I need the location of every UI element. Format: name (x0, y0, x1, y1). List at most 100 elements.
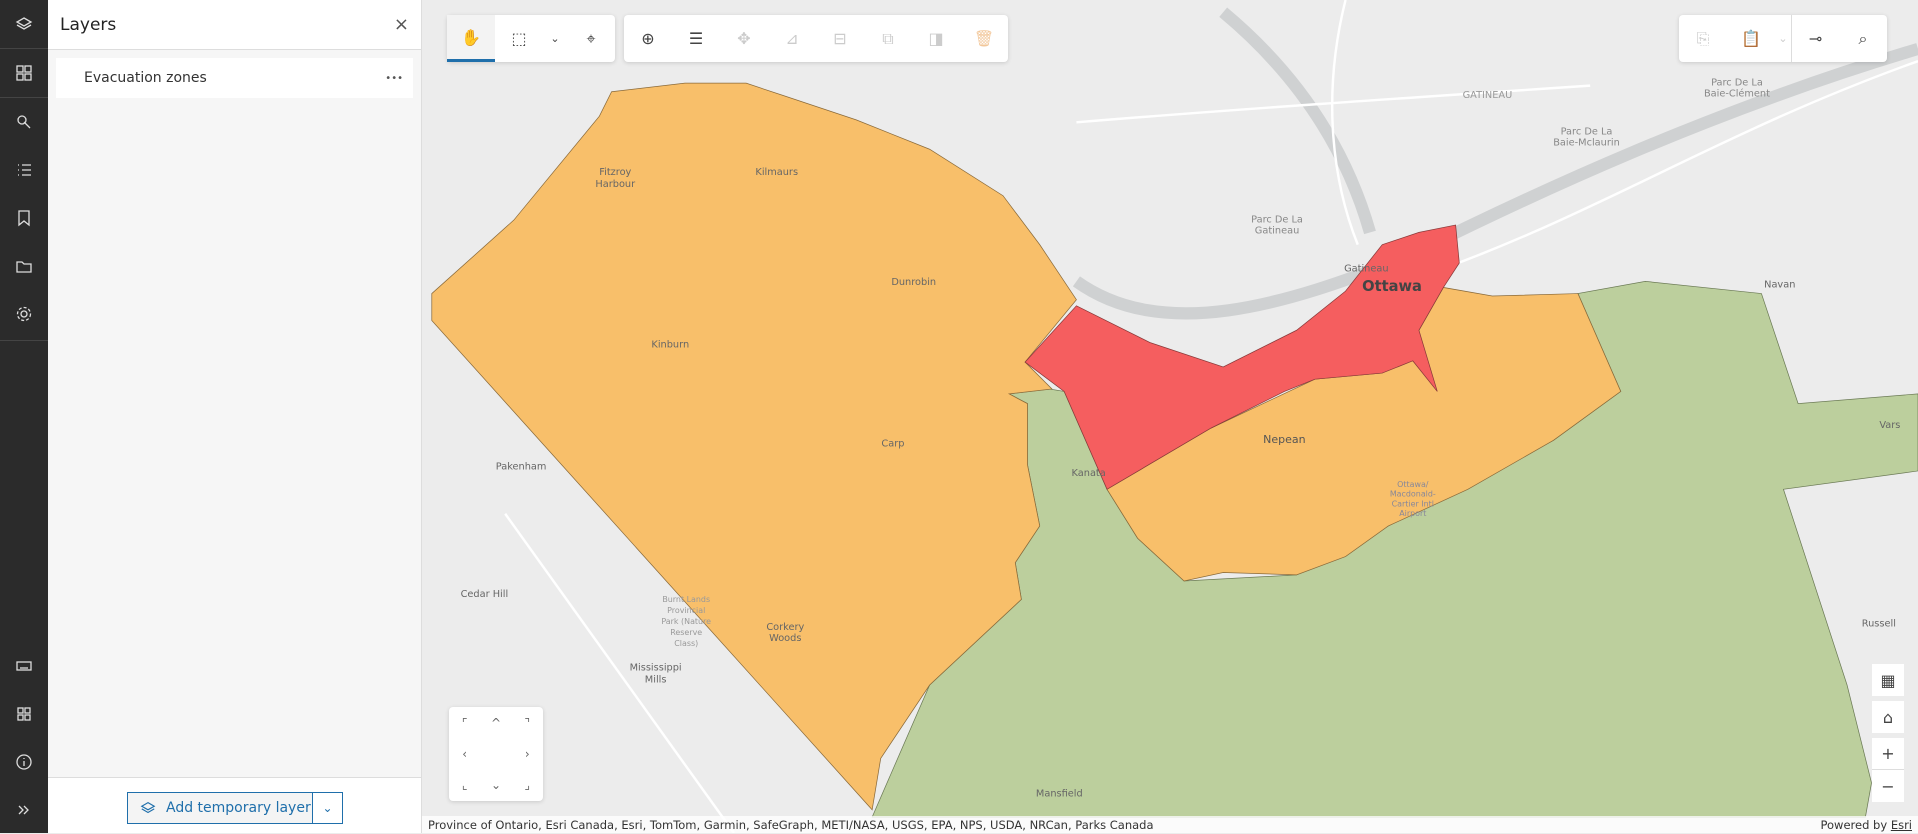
app-rail (0, 0, 48, 833)
home-button[interactable]: ⌂ (1872, 701, 1904, 733)
reshape-button[interactable]: ⊿ (768, 15, 816, 62)
map-label: Fitzroy (599, 167, 631, 178)
pan-left-button[interactable]: ‹ (449, 747, 480, 761)
map-label: Macdonald- (1390, 490, 1436, 499)
add-layer-dropdown-button[interactable]: ⌄ (312, 792, 343, 824)
map-label: Mississippi (630, 662, 682, 673)
pan-down-left-button[interactable]: ⌞ (449, 778, 480, 792)
apps-grid-icon[interactable] (0, 690, 48, 738)
clipboard-toolbar: ⎘ 📋 ⌄ ⊸ ⌕ (1679, 15, 1887, 62)
map-label: Kinburn (651, 339, 689, 350)
search-button[interactable]: ⌕ (1839, 15, 1887, 62)
map-view[interactable]: Fitzroy Harbour Kilmaurs Dunrobin Kinbur… (422, 0, 1918, 833)
split-button[interactable]: ⊟ (816, 15, 864, 62)
attribution-bar: Province of Ontario, Esri Canada, Esri, … (422, 816, 1918, 833)
layers-icon[interactable] (0, 0, 48, 48)
table-settings-button[interactable]: ▦ (1872, 664, 1904, 696)
map-label: Ottawa/ (1397, 480, 1429, 489)
divider (0, 340, 48, 341)
map-label: Harbour (595, 179, 636, 190)
map-label: Carp (881, 438, 904, 449)
zoom-in-button[interactable]: + (1872, 738, 1904, 770)
map-label: Navan (1764, 279, 1795, 290)
layers-icon (140, 802, 156, 814)
map-label: Kilmaurs (755, 167, 798, 178)
lasso-select-button[interactable]: ⌖ (567, 15, 615, 62)
map-label: Class) (674, 639, 698, 648)
bookmark-icon[interactable] (0, 194, 48, 242)
chevron-down-icon[interactable]: ⌄ (1775, 15, 1791, 62)
pan-up-button[interactable]: ^ (480, 716, 511, 730)
snapping-button[interactable]: ⊸ (1791, 15, 1839, 62)
map-canvas[interactable]: Fitzroy Harbour Kilmaurs Dunrobin Kinbur… (422, 0, 1918, 833)
map-label: GATINEAU (1463, 90, 1513, 101)
info-icon[interactable] (0, 738, 48, 786)
rectangle-select-button[interactable]: ⬚ (495, 15, 543, 62)
legend-icon[interactable] (0, 146, 48, 194)
layers-panel: Layers × Evacuation zones ••• Add tempor… (48, 0, 422, 833)
map-label: Pakenham (496, 462, 547, 473)
folder-icon[interactable] (0, 242, 48, 290)
map-label: Dunrobin (891, 277, 936, 288)
chevron-down-icon[interactable]: ⌄ (543, 15, 567, 62)
panel-footer: Add temporary layer ⌄ (48, 777, 421, 833)
basemap-gallery-icon[interactable] (0, 49, 48, 97)
layer-options-button[interactable]: ••• (385, 73, 403, 84)
keyboard-icon[interactable] (0, 642, 48, 690)
delete-button[interactable]: 🗑 (960, 15, 1008, 62)
move-button[interactable]: ✥ (720, 15, 768, 62)
powered-by-label: Powered by (1820, 817, 1891, 832)
map-label: Baie-Clément (1704, 88, 1770, 100)
zoom-out-button[interactable]: − (1872, 770, 1904, 802)
pan-down-button[interactable]: ⌄ (480, 778, 511, 792)
map-label: Baie-Mclaurin (1553, 138, 1620, 149)
map-label: Woods (769, 633, 801, 644)
merge-button[interactable]: ⧉ (864, 15, 912, 62)
layer-name: Evacuation zones (84, 70, 207, 86)
map-label: Gatineau (1255, 226, 1299, 237)
map-label: Mills (645, 675, 667, 686)
map-label: Parc De La (1251, 215, 1303, 226)
map-label: Parc De La (1561, 127, 1613, 138)
edit-toolbar: ⊕ ☰ ✥ ⊿ ⊟ ⧉ ◨ 🗑 (624, 15, 1008, 62)
powered-by: Powered by Esri (1821, 818, 1913, 832)
panel-header: Layers × (48, 0, 421, 50)
replace-geometry-button[interactable]: ◨ (912, 15, 960, 62)
map-label: Airport (1399, 509, 1426, 518)
map-label: Provincial (667, 606, 705, 615)
add-temporary-layer-button[interactable]: Add temporary layer (127, 792, 313, 824)
map-label: Cedar Hill (461, 589, 509, 600)
copy-button[interactable]: ⎘ (1679, 15, 1727, 62)
map-label: Park (Nature (661, 617, 711, 626)
map-label: Vars (1879, 420, 1900, 431)
esri-link[interactable]: Esri (1891, 818, 1912, 832)
panel-title: Layers (60, 14, 117, 35)
add-feature-button[interactable]: ⊕ (624, 15, 672, 62)
map-label: Kanata (1072, 468, 1106, 479)
map-label: Cartier Intl (1392, 499, 1434, 508)
navigation-pad: ⌜ ^ ⌝ ‹ › ⌞ ⌄ ⌟ (449, 707, 543, 801)
pan-up-left-button[interactable]: ⌜ (449, 716, 480, 730)
map-label: Parc De La (1711, 78, 1763, 89)
expand-icon[interactable] (0, 786, 48, 834)
layer-item[interactable]: Evacuation zones ••• (56, 58, 413, 98)
close-button[interactable]: × (394, 14, 409, 35)
map-label: Gatineau (1344, 264, 1388, 275)
select-icon[interactable] (0, 98, 48, 146)
map-label: Nepean (1263, 433, 1305, 446)
pan-tool-button[interactable]: ✋ (447, 15, 495, 62)
pan-right-button[interactable]: › (512, 747, 543, 761)
attribute-list-button[interactable]: ☰ (672, 15, 720, 62)
paste-button[interactable]: 📋 (1727, 15, 1775, 62)
pan-up-right-button[interactable]: ⌝ (512, 716, 543, 730)
map-label: Burnt Lands (662, 595, 710, 604)
add-button-label: Add temporary layer (166, 800, 311, 816)
map-label: Corkery (766, 622, 804, 633)
map-label: Russell (1862, 618, 1896, 629)
map-label: Mansfield (1036, 788, 1083, 799)
selection-toolbar: ✋ ⬚ ⌄ ⌖ (447, 15, 615, 62)
pan-down-right-button[interactable]: ⌟ (512, 778, 543, 792)
map-label: Ottawa (1362, 278, 1422, 295)
settings-icon[interactable] (0, 290, 48, 338)
attribution-text: Province of Ontario, Esri Canada, Esri, … (428, 817, 1154, 832)
